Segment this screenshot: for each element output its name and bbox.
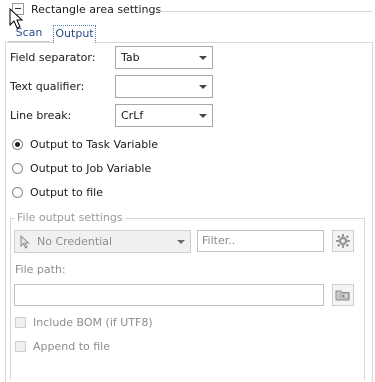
chevron-down-icon (177, 240, 185, 244)
filter-input[interactable]: Filter.. (197, 230, 324, 252)
output-job-variable-radio[interactable] (12, 163, 23, 174)
chevron-down-icon (199, 114, 207, 118)
section-title: Rectangle area settings (31, 3, 161, 16)
append-to-file-label: Append to file (33, 340, 110, 353)
file-path-input[interactable] (14, 284, 324, 306)
group-box-border-left (10, 218, 11, 380)
output-job-variable-label[interactable]: Output to Job Variable (30, 162, 151, 175)
output-task-variable-label[interactable]: Output to Task Variable (30, 138, 158, 151)
output-to-file-radio[interactable] (12, 187, 23, 198)
text-qualifier-select[interactable] (115, 75, 213, 98)
file-output-group-title: File output settings (15, 211, 125, 224)
chevron-down-icon (199, 56, 207, 60)
credential-value: No Credential (37, 231, 112, 252)
line-break-label: Line break: (10, 109, 71, 122)
field-separator-select[interactable]: Tab (115, 46, 213, 69)
output-task-variable-radio[interactable] (12, 139, 23, 150)
section-divider (156, 11, 372, 12)
group-box-border-right (364, 218, 365, 380)
include-bom-checkbox[interactable] (15, 317, 26, 328)
line-break-select[interactable]: CrLf (115, 104, 213, 127)
field-separator-label: Field separator: (10, 51, 95, 64)
include-bom-label: Include BOM (if UTF8) (33, 316, 153, 329)
credential-settings-button[interactable] (332, 230, 354, 252)
append-to-file-checkbox[interactable] (15, 341, 26, 352)
line-break-value: CrLf (121, 109, 143, 122)
output-to-file-label[interactable]: Output to file (30, 186, 103, 199)
browse-file-button[interactable] (332, 284, 354, 306)
field-separator-value: Tab (121, 51, 140, 64)
gear-icon (333, 231, 353, 251)
credential-select[interactable]: No Credential (14, 230, 191, 253)
pointer-cursor-icon (20, 235, 31, 249)
file-path-label: File path: (15, 263, 66, 276)
browse-folder-icon (333, 285, 353, 305)
tab-output[interactable]: Output (53, 25, 96, 43)
chevron-down-icon (199, 85, 207, 89)
mouse-cursor-icon (9, 8, 25, 30)
filter-placeholder: Filter.. (202, 234, 235, 247)
text-qualifier-label: Text qualifier: (10, 80, 84, 93)
